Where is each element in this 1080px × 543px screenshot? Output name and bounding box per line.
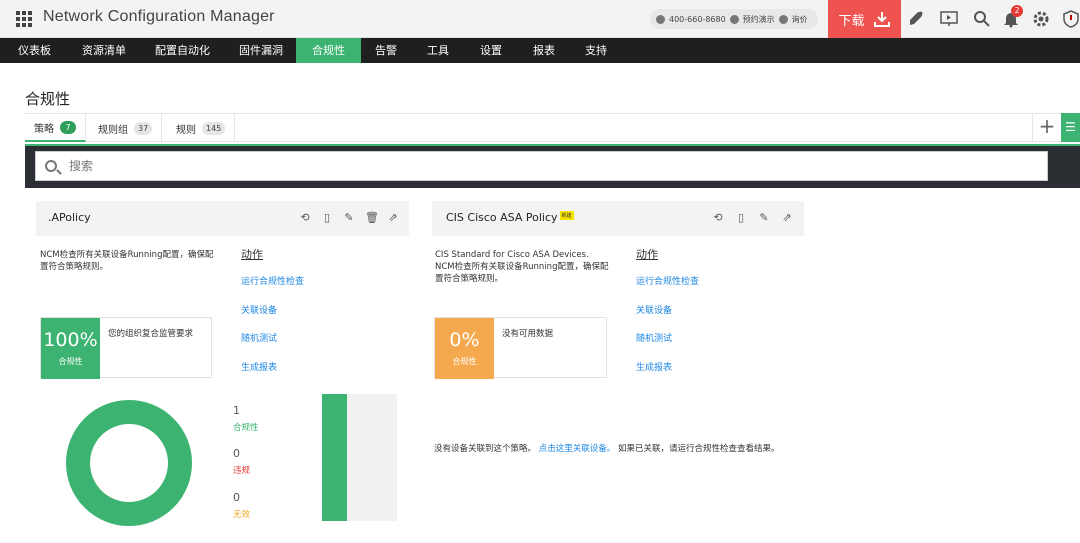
nav-compliance[interactable]: 合规性 <box>296 38 361 63</box>
compliance-score-label: 合规性 <box>452 357 477 366</box>
tab-policies-label: 策略 <box>34 123 54 135</box>
phone-icon <box>656 14 665 24</box>
rocket-icon[interactable] <box>907 10 925 28</box>
invalid-bar-track <box>372 394 397 521</box>
tab-rules[interactable]: 规则 145 <box>167 114 236 142</box>
actions-title: 动作 <box>241 248 263 261</box>
policy-description: NCM检查所有关联设备Running配置，确保配置符合策略规则。 <box>40 250 214 272</box>
no-device-note: 没有设备关联到这个策略。 点击这里关联设备。 如果已关联，请运行合规性检查查看结… <box>434 443 809 456</box>
page-title: 合规性 <box>25 90 71 108</box>
generate-report-link[interactable]: 生成报表 <box>636 360 672 373</box>
pdf-icon[interactable]: ▯ <box>321 212 333 224</box>
main-nav: 仪表板 资源清单 配置自动化 固件漏洞 合规性 告警 工具 设置 报表 支持 <box>0 38 1080 63</box>
compliant-count: 1 <box>233 404 240 417</box>
compliance-score-label: 合规性 <box>58 357 83 366</box>
search-box <box>35 151 1048 181</box>
demo-link[interactable]: 预约演示 <box>743 14 775 25</box>
associate-devices-link[interactable]: 点击这里关联设备。 <box>539 444 616 454</box>
invalid-label: 无效 <box>233 510 251 520</box>
download-icon <box>873 12 890 27</box>
random-test-link[interactable]: 随机测试 <box>636 331 672 344</box>
nav-alarms[interactable]: 告警 <box>359 38 413 63</box>
compliance-donut-chart <box>66 400 192 526</box>
generate-report-link[interactable]: 生成报表 <box>241 360 277 373</box>
nav-support[interactable]: 支持 <box>569 38 623 63</box>
top-bar: Network Configuration Manager 400-660-86… <box>0 0 1080 38</box>
nav-inventory[interactable]: 资源清单 <box>66 38 142 63</box>
open-external-icon[interactable]: ⇗ <box>387 212 399 224</box>
violation-count: 0 <box>233 447 240 460</box>
menu-icon[interactable]: ☰ <box>1061 113 1080 142</box>
shield-icon[interactable] <box>1062 10 1080 28</box>
tab-rule-groups[interactable]: 规则组 37 <box>89 114 163 142</box>
policy-card-header: .APolicy ⟲ ▯ ✎ 🗑 ⇗ <box>36 201 409 236</box>
compliance-score-text: 您的组织复合监管要求 <box>108 329 194 339</box>
policy-name-text: CIS Cisco ASA Policy <box>446 211 558 224</box>
nav-config-automation[interactable]: 配置自动化 <box>139 38 226 63</box>
violation-bar-track <box>347 394 372 521</box>
nav-tools[interactable]: 工具 <box>411 38 465 63</box>
notification-badge: 2 <box>1011 5 1023 17</box>
edit-icon[interactable]: ✎ <box>758 212 770 224</box>
note-prefix: 没有设备关联到这个策略。 <box>434 444 537 454</box>
refresh-icon[interactable]: ⟲ <box>299 212 311 224</box>
open-external-icon[interactable]: ⇗ <box>781 212 793 224</box>
policy-name[interactable]: CIS Cisco ASA Policy 新建 <box>446 211 574 224</box>
search-icon[interactable] <box>973 10 991 28</box>
compliant-label: 合规性 <box>233 423 259 433</box>
compliance-score-tile: 0% 合规性 <box>435 318 494 379</box>
delete-icon[interactable]: 🗑 <box>365 212 379 224</box>
compliant-bar <box>322 394 347 521</box>
tab-rules-label: 规则 <box>176 124 196 136</box>
tab-rules-count: 145 <box>202 121 226 135</box>
compliance-score-box: 0% 合规性 没有可用数据 <box>434 317 607 379</box>
compliance-score: 0% <box>449 329 480 351</box>
run-compliance-check-link[interactable]: 运行合规性检查 <box>241 274 304 287</box>
search-input[interactable] <box>69 157 1029 175</box>
search-field-icon <box>45 160 57 172</box>
app-grid-icon[interactable] <box>16 11 32 27</box>
pdf-icon[interactable]: ▯ <box>735 212 747 224</box>
nav-firmware-vulnerabilities[interactable]: 固件漏洞 <box>223 38 299 63</box>
new-badge: 新建 <box>559 211 574 220</box>
nav-reports[interactable]: 报表 <box>517 38 571 63</box>
download-button[interactable]: 下载 <box>828 0 901 38</box>
donut-compliant-segment <box>66 400 192 526</box>
tab-rule-groups-count: 37 <box>134 121 153 135</box>
policy-description: CIS Standard for Cisco ASA Devices. NCM检… <box>435 250 609 284</box>
gear-icon[interactable] <box>1032 10 1050 28</box>
compliance-score-tile: 100% 合规性 <box>41 318 100 379</box>
nav-dashboard[interactable]: 仪表板 <box>0 38 67 63</box>
contact-pill: 400-660-8680 预约演示 询价 <box>650 9 818 29</box>
run-compliance-check-link[interactable]: 运行合规性检查 <box>636 274 699 287</box>
violation-label: 违规 <box>233 466 251 476</box>
calendar-icon <box>729 14 739 24</box>
add-policy-button[interactable]: + <box>1032 113 1061 142</box>
edit-icon[interactable]: ✎ <box>343 212 355 224</box>
nav-settings[interactable]: 设置 <box>464 38 518 63</box>
refresh-icon[interactable]: ⟲ <box>712 212 724 224</box>
price-icon <box>778 14 788 24</box>
compliance-score-box: 100% 合规性 您的组织复合监管要求 <box>40 317 212 379</box>
random-test-link[interactable]: 随机测试 <box>241 331 277 344</box>
quote-link[interactable]: 询价 <box>792 14 808 25</box>
tab-policies[interactable]: 策略 7 <box>25 114 86 142</box>
app-title: Network Configuration Manager <box>43 8 275 25</box>
tab-bar: 策略 7 规则组 37 规则 145 <box>25 113 1080 142</box>
phone-number: 400-660-8680 <box>669 14 726 24</box>
actions-title: 动作 <box>636 248 658 261</box>
policy-name[interactable]: .APolicy <box>48 211 91 224</box>
tab-rule-groups-label: 规则组 <box>98 124 128 136</box>
tab-policies-count: 7 <box>60 120 76 134</box>
associated-devices-link[interactable]: 关联设备 <box>241 303 277 316</box>
invalid-count: 0 <box>233 491 240 504</box>
compliance-score-text: 没有可用数据 <box>502 329 554 339</box>
presentation-icon[interactable] <box>940 10 958 28</box>
policy-card-header: CIS Cisco ASA Policy 新建 ⟲ ▯ ✎ ⇗ <box>432 201 804 236</box>
compliant-bar-track <box>322 394 347 521</box>
download-label: 下载 <box>838 13 865 29</box>
note-suffix: 如果已关联，请运行合规性检查查看结果。 <box>617 444 780 454</box>
compliance-score: 100% <box>43 329 98 351</box>
associated-devices-link[interactable]: 关联设备 <box>636 303 672 316</box>
